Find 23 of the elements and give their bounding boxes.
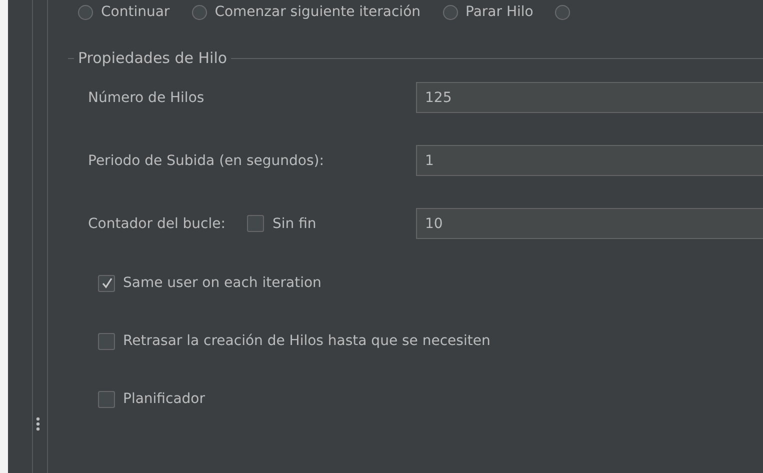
checkbox[interactable] [98, 274, 115, 292]
radio-button[interactable] [192, 4, 207, 20]
checkbox[interactable] [98, 390, 115, 408]
checkbox[interactable] [247, 215, 264, 232]
radio-label[interactable]: Comenzar siguiente iteración [214, 4, 421, 20]
checkbox[interactable] [98, 332, 115, 350]
radio-label[interactable]: Continuar [101, 4, 170, 20]
radio-button[interactable] [78, 4, 93, 20]
field-label: Contador del bucle: [88, 216, 226, 232]
drag-handle-icon[interactable] [36, 417, 40, 431]
checkbox-label[interactable]: Same user on each iteration [123, 275, 322, 291]
input-field[interactable]: 125 [416, 82, 763, 113]
radio-label[interactable]: Parar Hilo [466, 4, 534, 20]
input-field[interactable]: 1 [416, 145, 763, 176]
field-label: Número de Hilos [88, 90, 204, 106]
input-field[interactable]: 10 [416, 208, 763, 239]
checkbox-label[interactable]: Planificador [123, 391, 205, 407]
checkbox-label[interactable]: Sin fin [272, 216, 316, 232]
radio-button[interactable] [442, 4, 458, 20]
field-label: Periodo de Subida (en segundos): [88, 152, 324, 168]
radio-button[interactable] [555, 4, 570, 20]
checkbox-label[interactable]: Retrasar la creación de Hilos hasta que se necesiten [123, 333, 490, 349]
group-title: Propiedades de Hilo [74, 49, 232, 67]
